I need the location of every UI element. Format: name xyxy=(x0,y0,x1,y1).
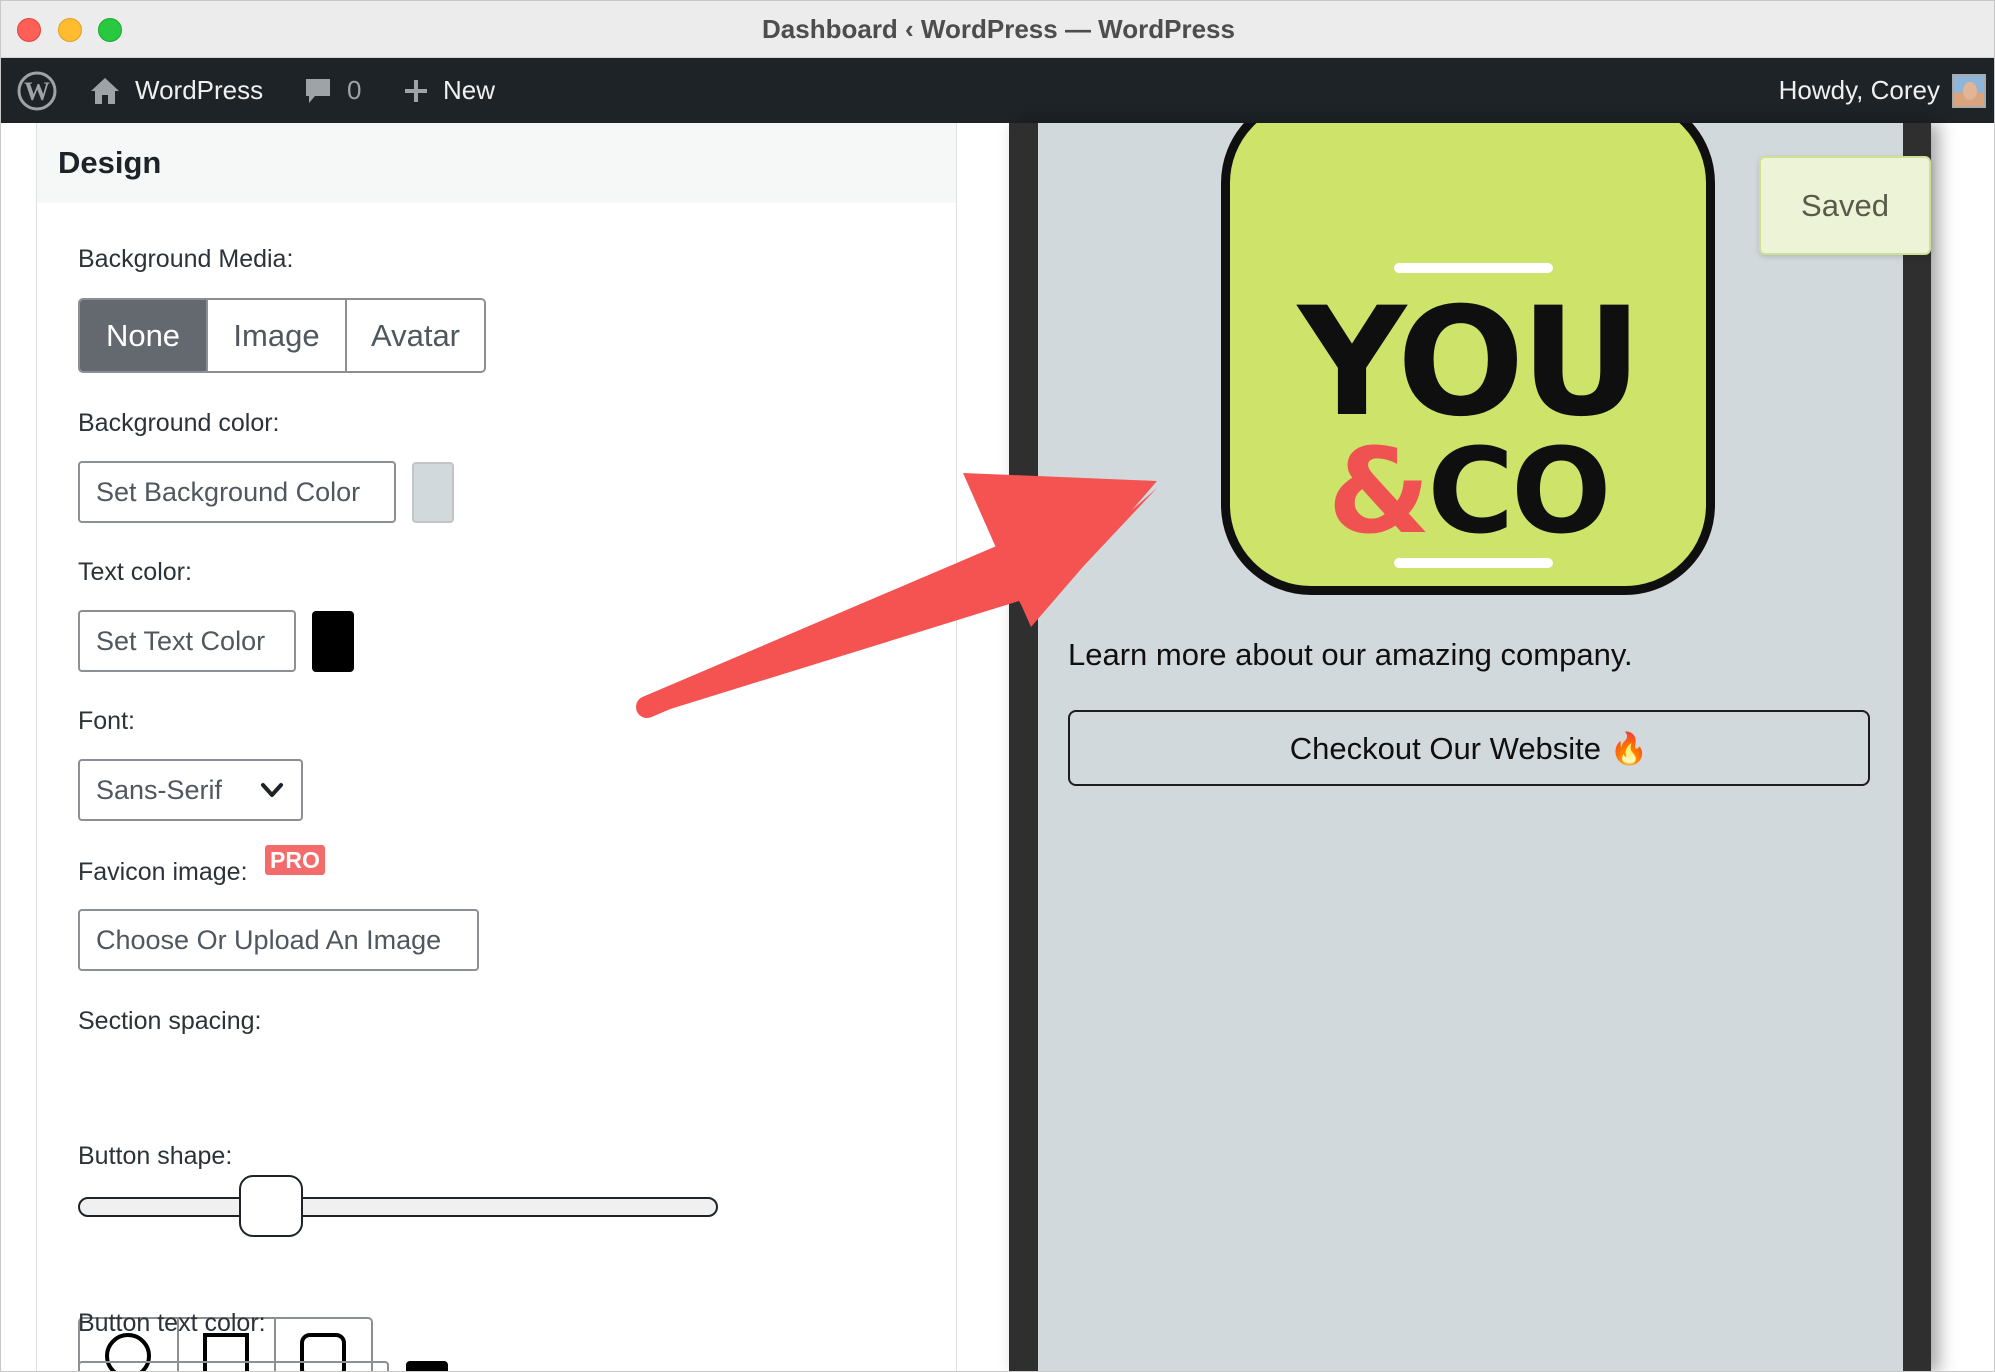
text-color-swatch[interactable] xyxy=(312,611,354,672)
set-background-color-button[interactable]: Set Background Color xyxy=(78,461,396,523)
logo-bar-top xyxy=(1394,263,1553,273)
font-label: Font: xyxy=(78,707,135,735)
font-select[interactable]: Sans-Serif xyxy=(78,759,303,821)
background-color-label: Background color: xyxy=(78,409,280,437)
window-title: Dashboard ‹ WordPress — WordPress xyxy=(762,14,1235,44)
saved-notice: Saved xyxy=(1759,156,1931,255)
media-option-none[interactable]: None xyxy=(80,300,206,371)
media-option-avatar[interactable]: Avatar xyxy=(345,300,484,371)
section-spacing-label: Section spacing: xyxy=(78,1007,262,1035)
design-settings-panel: Design Background Media: None Image Avat… xyxy=(36,123,957,1371)
preview-link-button[interactable]: Checkout Our Website 🔥 xyxy=(1068,710,1870,786)
plus-icon xyxy=(403,78,429,104)
logo-text-co: &CO xyxy=(1230,432,1706,550)
howdy-text: Howdy, Corey xyxy=(1778,75,1940,105)
favicon-image-label: Favicon image: xyxy=(78,858,248,886)
my-account-menu[interactable]: Howdy, Corey xyxy=(1779,58,1986,123)
avatar xyxy=(1952,73,1986,108)
home-icon xyxy=(89,76,121,106)
font-selected-value: Sans-Serif xyxy=(96,774,223,805)
pro-badge: PRO xyxy=(265,845,325,875)
panel-title: Design xyxy=(58,145,162,180)
comment-bubble-icon xyxy=(303,76,333,106)
phone-preview-screen: YOU &CO Learn more about our amazing com… xyxy=(1038,123,1903,1371)
background-media-label: Background Media: xyxy=(78,245,294,273)
logo-text-you: YOU xyxy=(1297,276,1643,450)
background-color-swatch[interactable] xyxy=(412,462,454,523)
section-spacing-slider[interactable] xyxy=(78,1197,718,1217)
browser-window: Dashboard ‹ WordPress — WordPress W Word… xyxy=(0,0,1995,1372)
background-media-toggle: None Image Avatar xyxy=(78,298,486,373)
chevron-down-icon xyxy=(259,777,285,803)
set-button-text-color-button[interactable] xyxy=(78,1361,389,1371)
site-name: WordPress xyxy=(135,75,264,105)
button-shape-label: Button shape: xyxy=(78,1142,233,1170)
company-logo: YOU &CO xyxy=(1221,123,1715,595)
logo-ampersand: & xyxy=(1327,422,1431,560)
button-text-color-label: Button text color: xyxy=(78,1309,266,1337)
comments-link[interactable]: 0 xyxy=(303,58,361,123)
text-color-label: Text color: xyxy=(78,558,192,586)
title-bar: Dashboard ‹ WordPress — WordPress xyxy=(1,1,1994,58)
new-content-link[interactable]: New xyxy=(403,58,495,123)
logo-co: CO xyxy=(1427,422,1611,560)
preview-tagline: Learn more about our amazing company. xyxy=(1068,637,1633,672)
button-text-color-swatch[interactable] xyxy=(406,1361,448,1371)
logo-bar-bottom xyxy=(1394,558,1553,568)
wordpress-logo-icon[interactable]: W xyxy=(16,58,58,123)
set-text-color-button[interactable]: Set Text Color xyxy=(78,610,296,672)
new-label: New xyxy=(443,75,496,105)
upload-favicon-button[interactable]: Choose Or Upload An Image xyxy=(78,909,479,971)
site-home-link[interactable]: WordPress xyxy=(89,58,263,123)
section-spacing-slider-thumb[interactable] xyxy=(239,1175,304,1237)
svg-text:W: W xyxy=(24,77,50,106)
comments-count: 0 xyxy=(347,75,362,105)
wp-admin-bar: W WordPress 0 New Howdy, Corey xyxy=(1,58,1994,123)
panel-header: Design xyxy=(37,123,956,203)
media-option-image[interactable]: Image xyxy=(206,300,345,371)
